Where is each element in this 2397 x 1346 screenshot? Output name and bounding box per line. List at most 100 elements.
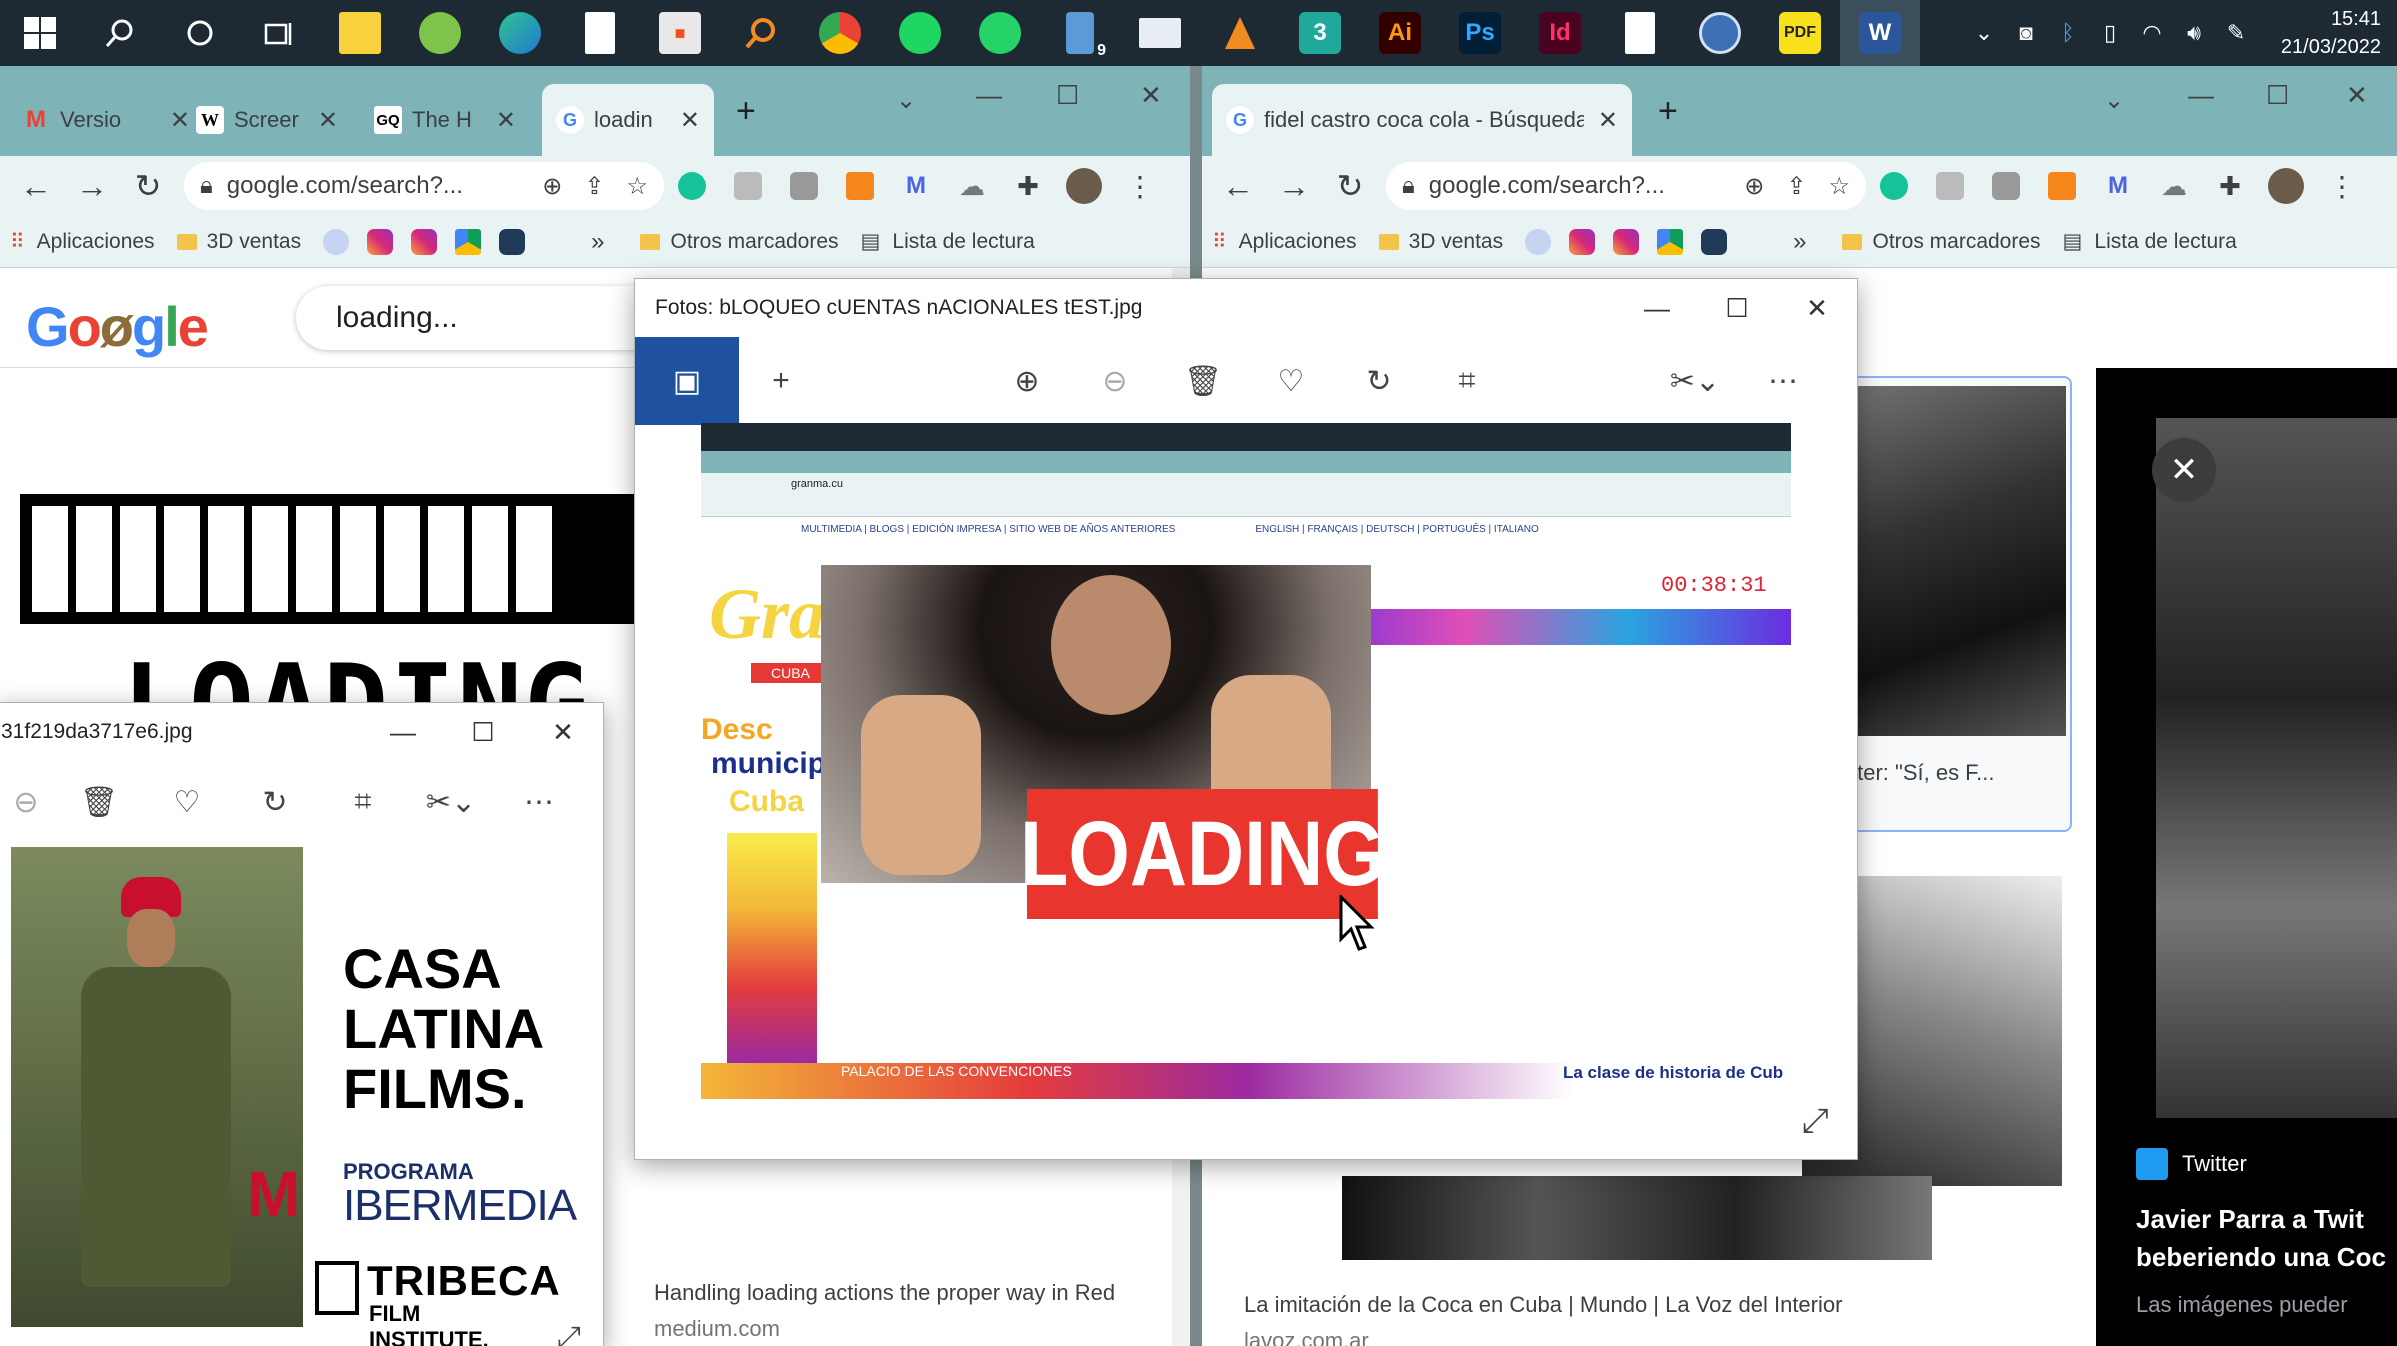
- maximize-icon[interactable]: ☐: [1056, 80, 1079, 111]
- crop-icon[interactable]: ⌗: [1423, 364, 1511, 398]
- bookmark-star-icon[interactable]: ☆: [626, 172, 648, 201]
- bluetooth-icon[interactable]: ᛒ: [2047, 20, 2089, 46]
- tab-gmail[interactable]: M Versio ✕: [8, 84, 204, 156]
- windows-start-icon[interactable]: [0, 0, 80, 66]
- vlc-icon[interactable]: [1200, 0, 1280, 66]
- close-window-icon[interactable]: ✕: [1777, 279, 1857, 337]
- podcast-icon[interactable]: [1525, 228, 1552, 255]
- search-result-medium[interactable]: Handling loading actions the proper way …: [654, 1280, 1115, 1342]
- minimize-icon[interactable]: —: [2188, 80, 2214, 111]
- close-window-icon[interactable]: ✕: [2346, 80, 2368, 111]
- preview-source[interactable]: Twitter: [2136, 1148, 2247, 1180]
- close-tab-icon[interactable]: ✕: [318, 106, 338, 135]
- maximize-icon[interactable]: ☐: [443, 703, 523, 761]
- search-icon[interactable]: [80, 0, 160, 66]
- minimize-icon[interactable]: —: [1617, 279, 1697, 337]
- browser-globe-icon[interactable]: [1680, 0, 1760, 66]
- m-extension-icon[interactable]: M: [888, 162, 944, 210]
- edit-image-icon[interactable]: ✂︎⌄: [1651, 364, 1739, 399]
- bookmark-otros[interactable]: Otros marcadores: [640, 230, 839, 254]
- zoom-icon[interactable]: ⊕: [1744, 172, 1764, 201]
- zoom-icon[interactable]: ⊕: [542, 172, 562, 201]
- close-window-icon[interactable]: ✕: [1140, 80, 1162, 111]
- app-3-icon[interactable]: 3: [1280, 0, 1360, 66]
- instagram-icon[interactable]: [1613, 228, 1640, 255]
- edit-image-icon[interactable]: ✂︎⌄: [407, 785, 495, 820]
- google-drive-icon[interactable]: [455, 228, 482, 255]
- camera-icon[interactable]: [1922, 162, 1978, 210]
- bookmark-app-icon[interactable]: [499, 228, 526, 255]
- whatsapp-icon[interactable]: [960, 0, 1040, 66]
- reading-list[interactable]: ▤ Lista de lectura: [2063, 229, 2237, 254]
- bookmark-star-icon[interactable]: ☆: [1828, 172, 1850, 201]
- preview-title[interactable]: Javier Parra a Twit beberiendo una Coc: [2136, 1200, 2386, 1276]
- close-window-icon[interactable]: ✕: [523, 703, 603, 761]
- back-icon[interactable]: ←: [1210, 168, 1266, 205]
- back-icon[interactable]: ←: [8, 168, 64, 205]
- photo-canvas[interactable]: granma.cu MULTIMEDIA | BLOGS | EDICIÓN I…: [701, 423, 1791, 1099]
- instagram-icon[interactable]: [1569, 228, 1596, 255]
- bookmark-apps[interactable]: ⠿ Aplicaciones: [1212, 229, 1357, 254]
- chevron-up-icon[interactable]: ⌄: [1963, 20, 2005, 46]
- shield-icon[interactable]: [1978, 162, 2034, 210]
- instagram-icon[interactable]: [367, 228, 394, 255]
- share-icon[interactable]: ⇪: [584, 172, 604, 201]
- rotate-icon[interactable]: ↻: [231, 785, 319, 820]
- cortana-icon[interactable]: [160, 0, 240, 66]
- poster-photo[interactable]: [11, 847, 303, 1327]
- illustrator-icon[interactable]: Ai: [1360, 0, 1440, 66]
- bookmark-apps[interactable]: ⠿ Aplicaciones: [10, 229, 155, 254]
- close-tab-icon[interactable]: ✕: [1598, 106, 1618, 135]
- new-tab-icon[interactable]: +: [736, 92, 756, 131]
- pen-icon[interactable]: ✎: [2215, 20, 2257, 46]
- menu-kebab-icon[interactable]: ⋮: [2314, 162, 2370, 210]
- grammarly-icon[interactable]: [664, 162, 720, 210]
- file-icon[interactable]: [1600, 0, 1680, 66]
- phone-link-icon[interactable]: 9: [1040, 0, 1120, 66]
- more-bookmarks-icon[interactable]: »: [1793, 228, 1806, 256]
- tab-search-chevron-icon[interactable]: ⌄: [2104, 86, 2124, 115]
- menu-kebab-icon[interactable]: ⋮: [1112, 162, 1168, 210]
- profile-avatar[interactable]: [1056, 162, 1112, 210]
- tab-gq[interactable]: GQ The H ✕: [360, 84, 530, 156]
- camera-icon[interactable]: [720, 162, 776, 210]
- fullscreen-expand-icon[interactable]: ⤢: [557, 1321, 581, 1346]
- preview-image[interactable]: [2156, 418, 2397, 1118]
- maximize-icon[interactable]: ☐: [1697, 279, 1777, 337]
- battery-icon[interactable]: ▯: [2089, 20, 2131, 46]
- zoom-out-icon[interactable]: ⊖: [1071, 364, 1159, 399]
- close-preview-icon[interactable]: ✕: [2152, 438, 2216, 502]
- collection-icon[interactable]: ▣: [635, 337, 739, 425]
- orange-search-icon[interactable]: [720, 0, 800, 66]
- result-title[interactable]: La imitación de la Coca en Cuba | Mundo …: [1244, 1292, 1842, 1318]
- grammarly-icon[interactable]: [1866, 162, 1922, 210]
- cloud-icon[interactable]: ☁: [2146, 162, 2202, 210]
- task-view-icon[interactable]: [240, 0, 320, 66]
- notepad-icon[interactable]: [560, 0, 640, 66]
- bookmark-3d-ventas[interactable]: 3D ventas: [1378, 230, 1503, 254]
- fullscreen-expand-icon[interactable]: ⤢: [1802, 1102, 1829, 1141]
- minimize-icon[interactable]: —: [363, 703, 443, 761]
- close-tab-icon[interactable]: ✕: [496, 106, 516, 135]
- device-icon[interactable]: ◙: [2005, 20, 2047, 46]
- tab-google-search[interactable]: G fidel castro coca cola - Búsqueda ✕: [1212, 84, 1632, 156]
- metamask-icon[interactable]: [832, 162, 888, 210]
- minimize-icon[interactable]: —: [976, 80, 1002, 111]
- photoshop-icon[interactable]: Ps: [1440, 0, 1520, 66]
- google-drive-icon[interactable]: [1657, 228, 1684, 255]
- more-options-icon[interactable]: ⋯: [495, 785, 583, 820]
- clover-icon[interactable]: [400, 0, 480, 66]
- reload-icon[interactable]: ↻: [1322, 167, 1378, 205]
- spotify-icon[interactable]: [880, 0, 960, 66]
- sticky-notes-icon[interactable]: [320, 0, 400, 66]
- add-icon[interactable]: +: [739, 364, 823, 398]
- favorite-heart-icon[interactable]: ♡: [143, 785, 231, 820]
- profile-avatar[interactable]: [2258, 162, 2314, 210]
- more-bookmarks-icon[interactable]: »: [591, 228, 604, 256]
- search-result-lavoz[interactable]: La imitación de la Coca en Cuba | Mundo …: [1244, 1292, 1842, 1346]
- forward-icon[interactable]: →: [1266, 168, 1322, 205]
- tab-search-chevron-icon[interactable]: ⌄: [896, 86, 916, 115]
- bookmark-3d-ventas[interactable]: 3D ventas: [176, 230, 301, 254]
- cloud-icon[interactable]: ☁: [944, 162, 1000, 210]
- indesign-icon[interactable]: Id: [1520, 0, 1600, 66]
